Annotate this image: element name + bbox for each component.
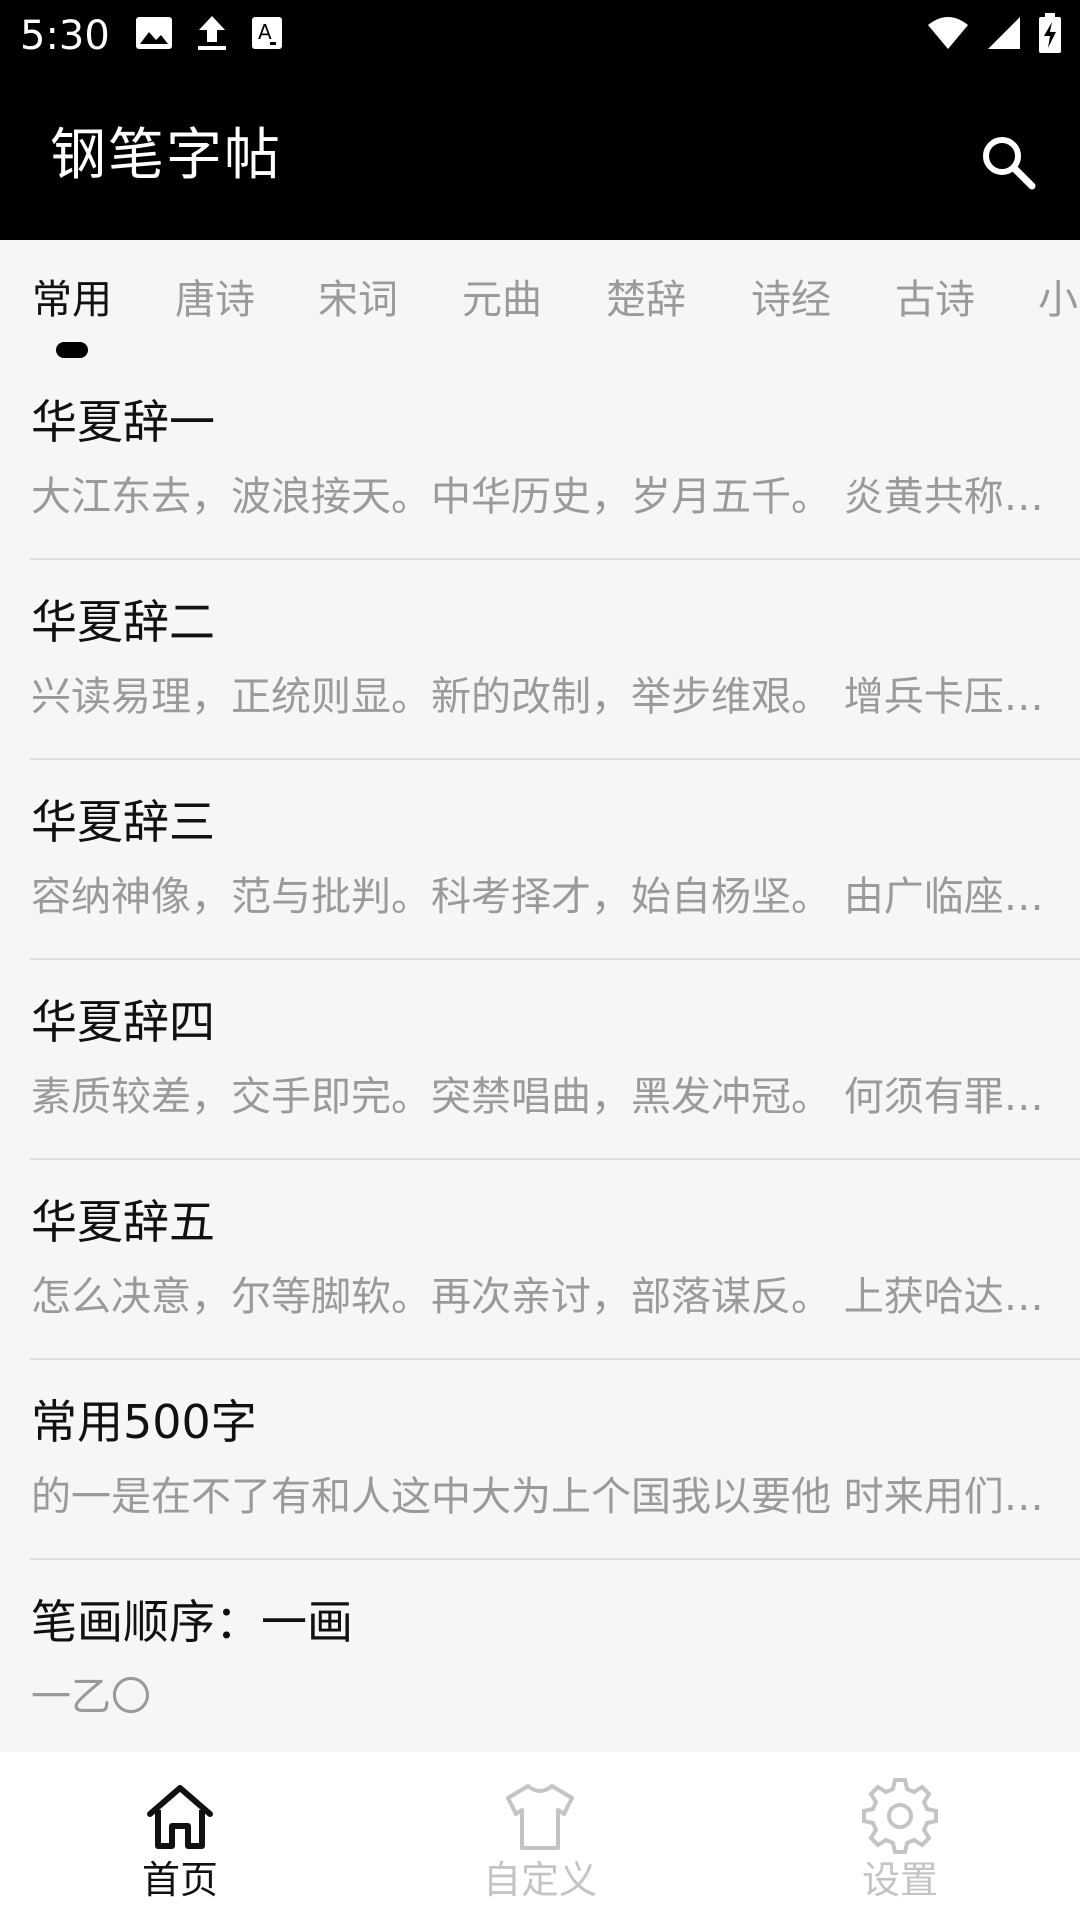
search-button[interactable] [968, 122, 1048, 202]
item-title: 华夏辞三 [31, 795, 215, 849]
app-bar: 钢笔字帖 [0, 72, 1080, 240]
item-title: 笔画顺序：一画 [31, 1595, 353, 1649]
tab-yuanqu[interactable]: 元曲 [462, 270, 542, 330]
list-item[interactable]: 华夏辞五 怎么决意，尔等脚软。再次亲讨，部落谋反。 上获哈达… [30, 1160, 1080, 1360]
list-item[interactable]: 华夏辞二 兴读易理，正统则显。新的改制，举步维艰。 增兵卡压… [30, 560, 1080, 760]
status-bar: 5:30 A [0, 0, 1080, 72]
item-preview: 怎么决意，尔等脚软。再次亲讨，部落谋反。 上获哈达… [31, 1274, 1044, 1320]
tab-xiao[interactable]: 小 [1038, 270, 1078, 330]
bottom-navigation: 首页 自定义 设置 [0, 1752, 1080, 1920]
item-title: 常用500字 [31, 1395, 257, 1449]
search-icon [983, 137, 1036, 190]
nav-settings[interactable]: 设置 [720, 1752, 1080, 1920]
app-title: 钢笔字帖 [50, 123, 282, 188]
list-item[interactable]: 华夏辞四 素质较差，交手即完。突禁唱曲，黑发冲冠。 何须有罪… [30, 960, 1080, 1160]
home-icon [147, 1785, 213, 1849]
tab-tangshi[interactable]: 唐诗 [175, 270, 255, 330]
tab-songci[interactable]: 宋词 [318, 270, 398, 330]
nav-settings-label: 设置 [861, 1858, 938, 1902]
status-time: 5:30 [20, 13, 110, 59]
wifi-icon [928, 17, 968, 49]
status-icons-right [926, 12, 1062, 54]
tab-shijing[interactable]: 诗经 [751, 270, 831, 330]
copybook-list: 华夏辞一 大江东去，波浪接天。中华历史，岁月五千。 炎黄共称… 华夏辞二 兴读易… [0, 360, 1080, 1760]
item-title: 华夏辞一 [31, 395, 215, 449]
signal-icon [988, 17, 1020, 49]
item-preview: 兴读易理，正统则显。新的改制，举步维艰。 增兵卡压… [31, 674, 1044, 720]
list-item[interactable]: 华夏辞三 容纳神像，范与批判。科考择才，始自杨坚。 由广临座… [30, 760, 1080, 960]
upload-icon [198, 16, 226, 50]
tab-chuci[interactable]: 楚辞 [606, 270, 686, 330]
item-preview: 一乙〇 [31, 1674, 151, 1720]
list-item[interactable]: 常用500字 的一是在不了有和人这中大为上个国我以要他 时来用们… [30, 1360, 1080, 1560]
shirt-icon [506, 1784, 574, 1850]
item-preview: 容纳神像，范与批判。科考择才，始自杨坚。 由广临座… [31, 874, 1044, 920]
category-tabs: 常用 唐诗 宋词 元曲 楚辞 诗经 古诗 小 [0, 240, 1080, 360]
nav-home-label: 首页 [141, 1858, 218, 1902]
nav-home[interactable]: 首页 [0, 1752, 360, 1920]
tab-gushi[interactable]: 古诗 [895, 270, 975, 330]
image-icon [136, 17, 172, 49]
item-preview: 的一是在不了有和人这中大为上个国我以要他 时来用们… [31, 1474, 1044, 1520]
list-item[interactable]: 华夏辞一 大江东去，波浪接天。中华历史，岁月五千。 炎黄共称… [30, 360, 1080, 560]
tab-changyong[interactable]: 常用 [32, 270, 112, 330]
item-title: 华夏辞五 [31, 1195, 215, 1249]
status-icons-left: A [135, 14, 283, 52]
tab-indicator [56, 342, 88, 358]
item-preview: 大江东去，波浪接天。中华历史，岁月五千。 炎黄共称… [31, 474, 1044, 520]
item-preview: 素质较差，交手即完。突禁唱曲，黑发冲冠。 何须有罪… [31, 1074, 1044, 1120]
svg-text:A: A [258, 20, 272, 44]
list-item[interactable]: 笔画顺序：一画 一乙〇 [30, 1560, 1080, 1760]
battery-charging-icon [1039, 13, 1061, 53]
item-title: 华夏辞四 [31, 995, 215, 1049]
nav-custom-label: 自定义 [482, 1858, 597, 1902]
item-title: 华夏辞二 [31, 595, 215, 649]
nav-custom[interactable]: 自定义 [360, 1752, 720, 1920]
text-notification-icon: A [252, 17, 282, 49]
gear-icon [862, 1778, 938, 1854]
